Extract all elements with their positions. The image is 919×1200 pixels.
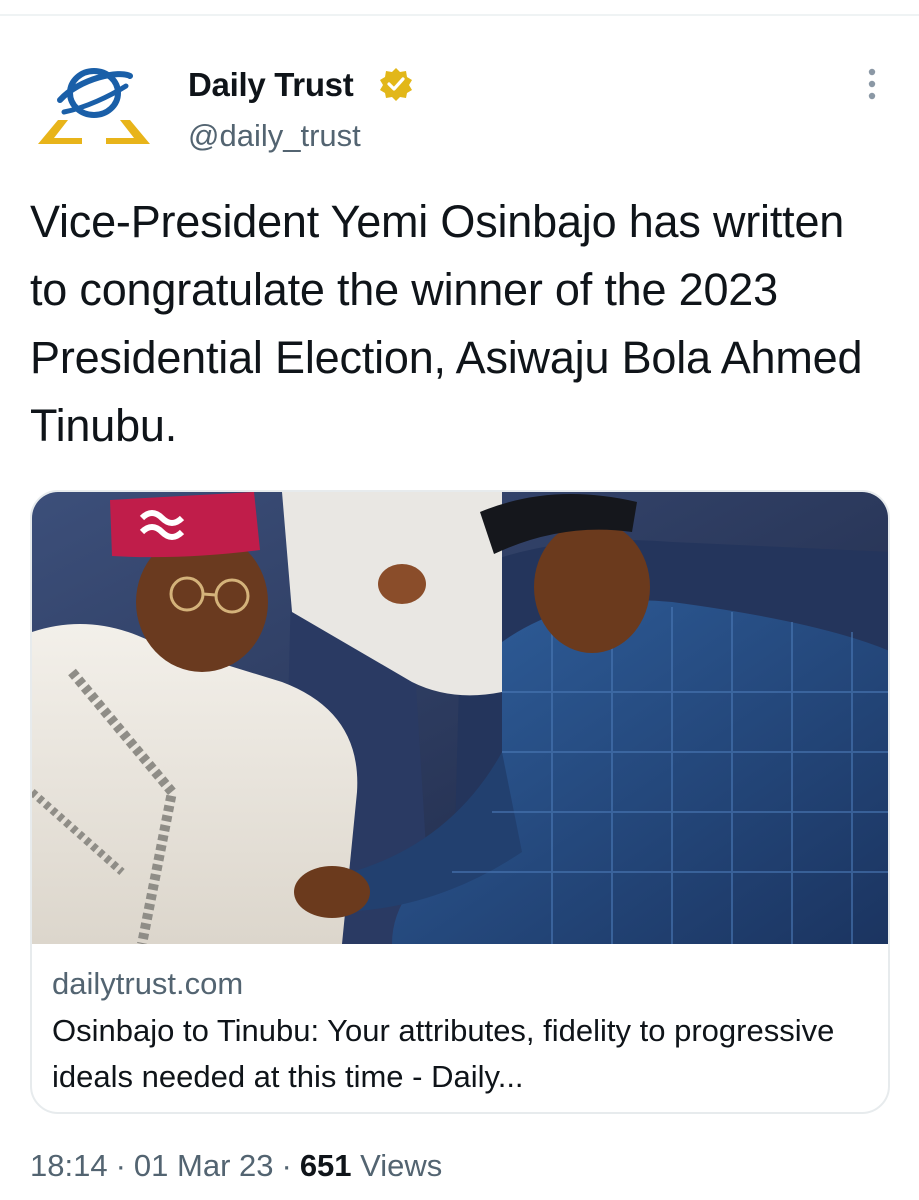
views-count: 651 (299, 1148, 352, 1183)
author-name[interactable]: Daily Trust (188, 66, 354, 104)
news-photo (32, 492, 888, 944)
meta-separator: · (281, 1148, 292, 1183)
card-image[interactable] (32, 492, 888, 944)
card-domain: dailytrust.com (52, 966, 244, 1001)
author-avatar[interactable] (30, 48, 158, 168)
views-label: Views (360, 1148, 443, 1183)
tweet-text: Vice-President Yemi Osinbajo has written… (30, 196, 863, 451)
more-options-icon[interactable] (858, 64, 886, 104)
daily-trust-logo-icon (38, 68, 150, 144)
verified-badge-icon (380, 68, 412, 101)
tweet-time[interactable]: 18:14 (30, 1148, 108, 1183)
card-title: Osinbajo to Tinubu: Your attributes, fid… (52, 1013, 835, 1094)
top-divider (0, 14, 919, 16)
tweet-date[interactable]: 01 Mar 23 (134, 1148, 274, 1183)
author-handle[interactable]: @daily_trust (188, 118, 361, 154)
tweet-meta: 18:14 · 01 Mar 23 · 651 Views (30, 1148, 442, 1184)
meta-separator: · (115, 1148, 126, 1183)
link-card[interactable]: dailytrust.com Osinbajo to Tinubu: Your … (30, 490, 890, 1114)
